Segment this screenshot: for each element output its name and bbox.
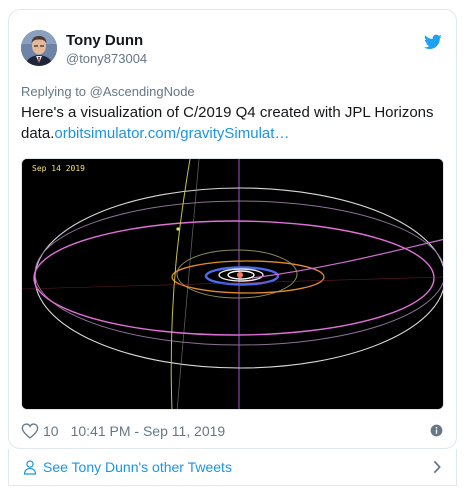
tweet-text: Here's a visualization of C/2019 Q4 crea… <box>21 102 441 144</box>
person-icon <box>23 459 37 475</box>
twitter-bird-icon[interactable] <box>424 34 442 50</box>
replying-to: Replying to @AscendingNode <box>21 84 195 99</box>
tweet-card: Tony Dunn @tony873004 Replying to @Ascen… <box>8 9 457 449</box>
like-count: 10 <box>43 423 59 439</box>
author-handle[interactable]: @tony873004 <box>66 51 147 66</box>
see-other-tweets-label: See Tony Dunn's other Tweets <box>43 459 232 475</box>
replying-to-handle-link[interactable]: @AscendingNode <box>90 84 195 99</box>
tweet-link[interactable]: orbitsimulator.com/gravitySimulat… <box>54 125 289 142</box>
tweet-media-image[interactable]: Sep 14 2019 <box>21 158 444 410</box>
see-other-tweets-link[interactable]: See Tony Dunn's other Tweets <box>8 449 457 486</box>
like-button[interactable]: 10 <box>21 423 59 439</box>
avatar-image <box>21 30 57 66</box>
chevron-right-icon <box>433 460 441 474</box>
tweet-timestamp[interactable]: 10:41 PM - Sep 11, 2019 <box>71 423 226 439</box>
media-date-label: Sep 14 2019 <box>32 164 85 173</box>
orbit-visualization <box>22 159 443 409</box>
author-name[interactable]: Tony Dunn <box>66 32 143 49</box>
heart-icon <box>21 423 39 439</box>
tweet-footer: 10 10:41 PM - Sep 11, 2019 <box>21 420 445 442</box>
avatar[interactable] <box>21 30 57 66</box>
info-icon[interactable] <box>430 424 443 437</box>
replying-to-prefix: Replying to <box>21 84 87 99</box>
